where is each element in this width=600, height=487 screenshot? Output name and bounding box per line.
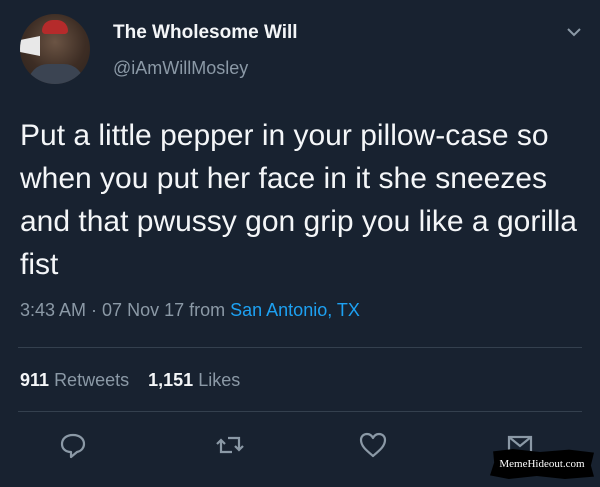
divider-bottom — [18, 411, 582, 412]
chevron-down-icon[interactable] — [566, 26, 582, 38]
divider-top — [18, 347, 582, 348]
like-icon[interactable] — [358, 430, 388, 460]
location-link[interactable]: San Antonio, TX — [230, 300, 360, 320]
reply-icon[interactable] — [58, 430, 88, 460]
watermark: MemeHideout.com — [490, 449, 594, 479]
user-handle[interactable]: @iAmWillMosley — [113, 58, 248, 79]
retweet-icon[interactable] — [215, 430, 245, 460]
from-label: from — [184, 300, 231, 320]
tweet-time: 3:43 AM — [20, 300, 87, 320]
meta-separator: · — [86, 300, 103, 320]
shirt-graphic — [28, 64, 84, 84]
tweet-date: 07 Nov 17 — [102, 300, 185, 320]
likes-label[interactable]: Likes — [198, 370, 240, 390]
tweet-text: Put a little pepper in your pillow-case … — [20, 119, 577, 281]
retweets-count[interactable]: 911 — [20, 370, 49, 390]
retweets-label[interactable]: Retweets — [54, 370, 129, 390]
display-name[interactable]: The Wholesome Will — [113, 22, 298, 44]
avatar[interactable] — [20, 14, 90, 84]
cap-graphic — [42, 20, 68, 34]
sign-graphic — [20, 36, 40, 56]
tweet-stats: 911 Retweets 1,151 Likes — [20, 370, 240, 391]
likes-count[interactable]: 1,151 — [148, 370, 193, 390]
tweet-meta: 3:43 AM · 07 Nov 17 from San Antonio, TX — [20, 300, 360, 321]
